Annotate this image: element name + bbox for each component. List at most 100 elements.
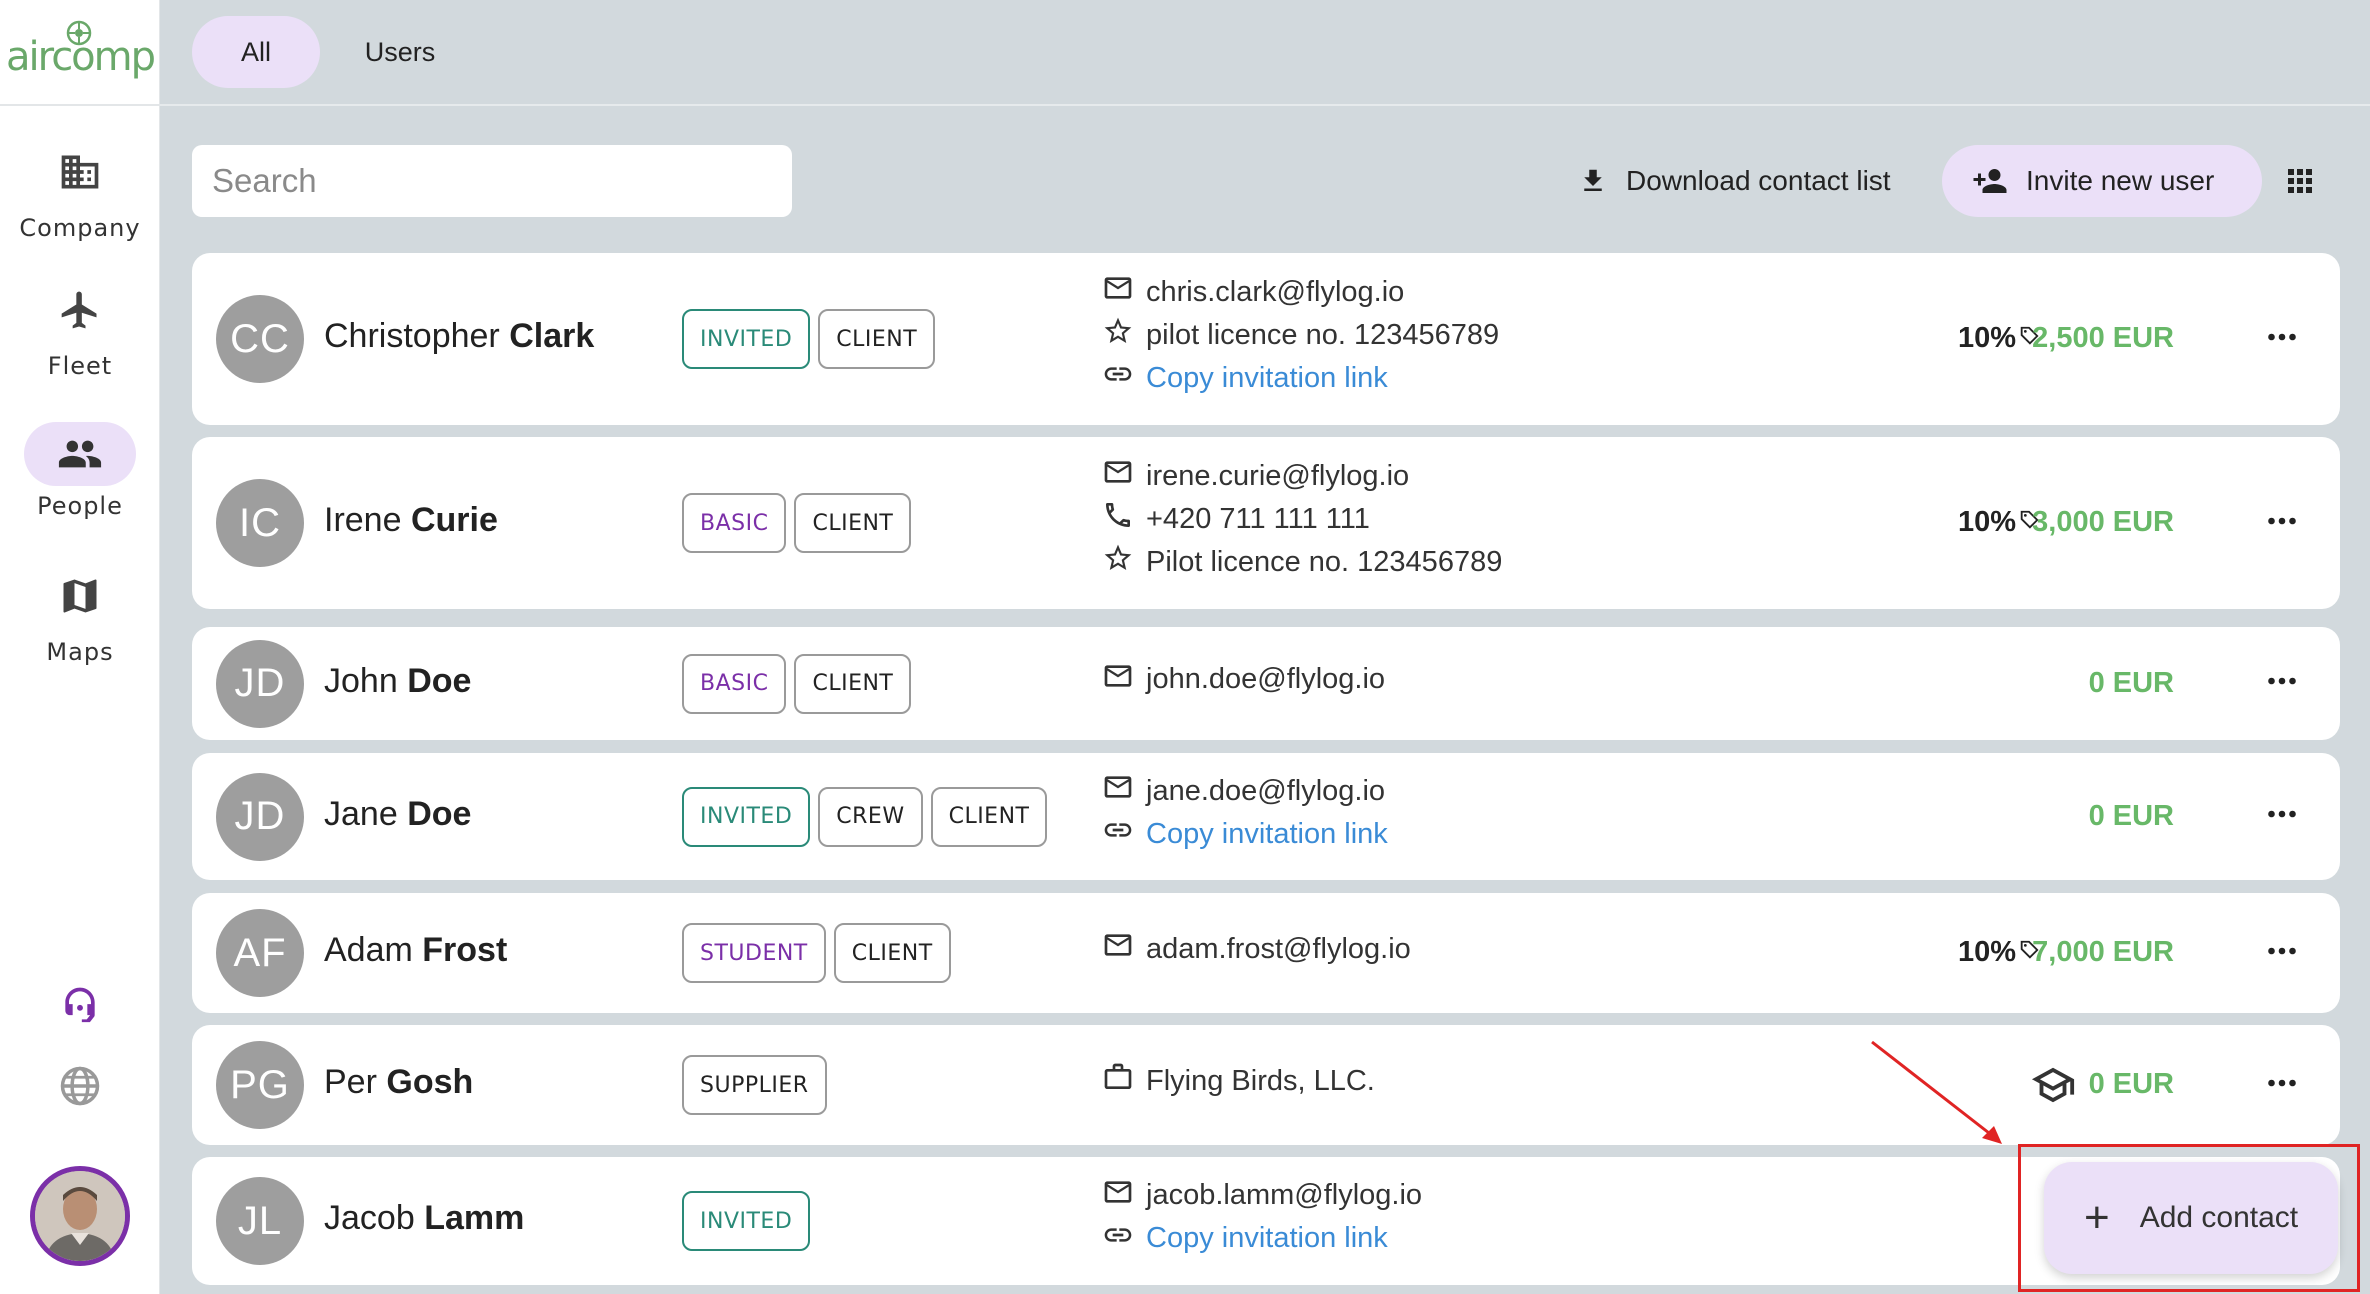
- more-icon: [2264, 1065, 2300, 1106]
- add-contact-label: Add contact: [2139, 1201, 2299, 1234]
- contact-initials: JD: [234, 794, 286, 838]
- download-icon: [1584, 169, 1602, 191]
- contact-info-text: irene.curie@flylog.io: [1146, 459, 1410, 492]
- contact-badges: INVITED CLIENT: [682, 309, 936, 369]
- contact-info-text: jacob.lamm@flylog.io: [1146, 1179, 1423, 1211]
- download-contact-list-label: Download contact list: [1626, 165, 1891, 196]
- top-bar: All Users: [160, 0, 2370, 106]
- contact-info-text: +420 711 111 111: [1146, 502, 1370, 535]
- contact-name[interactable]: Irene Curie: [324, 501, 498, 540]
- sidebar-item-fleet[interactable]: Fleet: [0, 266, 160, 386]
- grid-view-button[interactable]: [2280, 145, 2320, 217]
- contact-info: chris.clark@flylog.io pilot licence no. 1…: [1102, 271, 1499, 400]
- contact-name[interactable]: Christopher Clark: [324, 317, 594, 356]
- contact-amount: 7,000 EUR: [2032, 936, 2174, 968]
- more-options-button[interactable]: [2254, 789, 2310, 845]
- contact-badges: BASIC CLIENT: [682, 493, 912, 553]
- contact-info-line[interactable]: Copy invitation link: [1102, 357, 1499, 400]
- tab-users[interactable]: Users: [340, 16, 460, 88]
- discount-badge: 10%: [1958, 506, 2040, 539]
- contact-info: Flying Birds, LLC.: [1102, 1060, 1375, 1103]
- logo-text: aircomp: [6, 34, 156, 80]
- contact-first-name: Jacob: [324, 1199, 415, 1237]
- copy-invitation-link[interactable]: Copy invitation link: [1146, 818, 1388, 851]
- contact-badges: SUPPLIER: [682, 1055, 827, 1115]
- contact-info-line[interactable]: Copy invitation link: [1102, 813, 1388, 856]
- contact-info: jane.doe@flylog.io Copy invitation link: [1102, 770, 1388, 856]
- star-icon: [1102, 315, 1146, 355]
- contact-row[interactable]: CC Christopher Clark INVITED CLIENT chris.cl…: [192, 253, 2340, 425]
- contact-row[interactable]: JD Jane Doe INVITED CREW CLIENT jane.doe@flyl…: [192, 753, 2340, 880]
- user-avatar[interactable]: [30, 1166, 130, 1266]
- sidebar: aircomp Company Fleet People Maps: [0, 0, 160, 1294]
- badge-client: CLIENT: [930, 786, 1048, 847]
- contact-name[interactable]: Jane Doe: [324, 795, 471, 834]
- support-icon[interactable]: [56, 982, 104, 1030]
- contact-row[interactable]: IC Irene Curie BASIC CLIENT irene.curie@flyl…: [192, 437, 2340, 609]
- people-icon: [58, 440, 102, 468]
- invite-new-user-button[interactable]: Invite new user: [1942, 145, 2263, 217]
- discount-value: 10%: [1958, 936, 2017, 968]
- sidebar-item-people[interactable]: People: [0, 404, 160, 524]
- sidebar-item-label: Fleet: [47, 352, 113, 380]
- contact-initials: CC: [230, 316, 290, 361]
- user-avatar-picture: [35, 1171, 125, 1261]
- sidebar-item-company[interactable]: Company: [0, 122, 160, 242]
- mail-icon: [1102, 771, 1146, 811]
- contact-info-line[interactable]: Copy invitation link: [1102, 1217, 1422, 1260]
- contact-amount: 2,500 EUR: [2032, 322, 2174, 354]
- add-contact-button[interactable]: + Add contact: [2044, 1162, 2338, 1274]
- copy-invitation-link[interactable]: Copy invitation link: [1146, 362, 1388, 395]
- contact-avatar: JD: [216, 639, 304, 728]
- more-icon: [2264, 663, 2300, 704]
- logo[interactable]: aircomp: [0, 0, 160, 106]
- copy-invitation-link[interactable]: Copy invitation link: [1146, 1222, 1388, 1255]
- contact-avatar: CC: [216, 295, 304, 383]
- discount-value: 10%: [1958, 322, 2017, 354]
- contact-info-text: chris.clark@flylog.io: [1146, 275, 1405, 308]
- contact-row[interactable]: JD John Doe BASIC CLIENT john.doe@flylog.io 0…: [192, 627, 2340, 740]
- contact-row[interactable]: JL Jacob Lamm INVITED jacob.lamm@flylog.io C…: [192, 1157, 2340, 1285]
- contact-info-line: Flying Birds, LLC.: [1102, 1060, 1375, 1103]
- building-icon: [61, 155, 99, 189]
- airplane-icon: [61, 291, 97, 329]
- contact-name[interactable]: Per Gosh: [324, 1063, 473, 1102]
- contact-first-name: Jane: [324, 794, 398, 833]
- graduation-cap-icon: [2030, 1062, 2076, 1113]
- contact-initials: IC: [239, 500, 281, 545]
- contact-info-text: john.doe@flylog.io: [1146, 663, 1386, 695]
- more-options-button[interactable]: [2254, 1057, 2310, 1113]
- contact-info: john.doe@flylog.io: [1102, 658, 1385, 701]
- more-icon: [2264, 503, 2300, 544]
- contact-avatar: PG: [216, 1041, 304, 1129]
- tab-all[interactable]: All: [192, 16, 320, 88]
- sidebar-item-people-icon-wrap: [24, 422, 136, 486]
- globe-icon[interactable]: [56, 1062, 104, 1110]
- contact-name[interactable]: John Doe: [324, 662, 471, 701]
- contact-name[interactable]: Adam Frost: [324, 931, 507, 970]
- sidebar-item-label: People: [37, 492, 123, 520]
- contact-info-text: pilot licence no. 123456789: [1146, 318, 1500, 351]
- badge-basic: BASIC: [682, 493, 787, 553]
- more-options-button[interactable]: [2254, 495, 2310, 551]
- more-options-button[interactable]: [2254, 656, 2310, 712]
- contact-badges: BASIC CLIENT: [682, 653, 912, 714]
- mail-icon: [1102, 456, 1146, 496]
- search-input[interactable]: [192, 145, 792, 217]
- contact-info: jacob.lamm@flylog.io Copy invitation link: [1102, 1174, 1422, 1260]
- contact-info-line: Pilot licence no. 123456789: [1102, 541, 1502, 584]
- contact-last-name: Frost: [422, 931, 508, 969]
- badge-student: STUDENT: [682, 923, 826, 983]
- sidebar-item-label: Company: [19, 214, 141, 242]
- contact-row[interactable]: AF Adam Frost STUDENT CLIENT adam.frost@flyl…: [192, 893, 2340, 1013]
- download-contact-list-button[interactable]: Download contact list: [1578, 145, 1891, 217]
- more-options-button[interactable]: [2254, 311, 2310, 367]
- mail-icon: [1102, 1176, 1146, 1216]
- more-options-button[interactable]: [2254, 925, 2310, 981]
- contact-row[interactable]: PG Per Gosh SUPPLIER Flying Birds, LLC. 0 EU…: [192, 1025, 2340, 1145]
- contact-last-name: Doe: [407, 661, 472, 700]
- sidebar-item-maps[interactable]: Maps: [0, 552, 160, 672]
- contact-info-line: jacob.lamm@flylog.io: [1102, 1174, 1422, 1217]
- contact-name[interactable]: Jacob Lamm: [324, 1199, 524, 1238]
- mail-icon: [1102, 929, 1146, 969]
